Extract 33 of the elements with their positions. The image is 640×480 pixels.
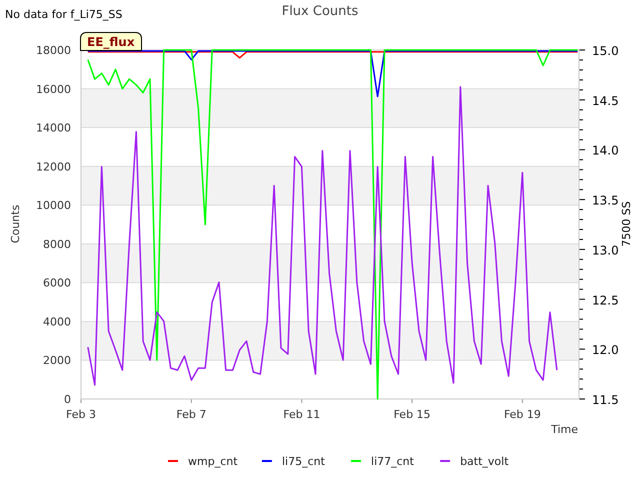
x-tick-label: Feb 19 <box>504 408 541 421</box>
x-axis-label: Time <box>551 423 578 436</box>
legend-label: li75_cnt <box>282 455 325 468</box>
y2-tick-label: 15.0 <box>592 44 619 58</box>
y2-tick-label: 12.0 <box>592 343 619 358</box>
x-tick-label: Feb 11 <box>283 408 320 421</box>
x-tick-label: Feb 15 <box>394 408 431 421</box>
y2-tick-label: 13.5 <box>592 194 619 208</box>
y-tick-label: 14000 <box>36 122 71 135</box>
y2-axis-label: 7500 SS <box>620 201 633 247</box>
y-tick-label: 2000 <box>43 354 71 368</box>
y-tick-label: 16000 <box>36 82 71 96</box>
y-tick-label: 8000 <box>43 238 71 251</box>
y2-tick-label: 12.5 <box>592 293 619 308</box>
x-tick-label: Feb 3 <box>66 408 96 421</box>
y2-tick-label: 11.5 <box>592 393 619 407</box>
y-tick-label: 6000 <box>43 276 71 290</box>
chart-title: Flux Counts <box>282 4 358 19</box>
x-tick-label: Feb 7 <box>176 408 206 421</box>
y2-tick-label: 14.0 <box>592 144 619 158</box>
flux-badge: EE_flux <box>80 32 142 51</box>
no-data-message: No data for f_Li75_SS <box>5 7 122 23</box>
y-tick-label: 0 <box>64 393 71 406</box>
legend-label: wmp_cnt <box>188 455 238 468</box>
legend-label: li77_cnt <box>371 455 414 468</box>
y2-tick-label: 13.0 <box>592 243 619 258</box>
y-tick-label: 4000 <box>43 315 71 328</box>
y-tick-label: 12000 <box>36 160 71 174</box>
y-tick-label: 18000 <box>36 44 71 57</box>
y2-tick-label: 14.5 <box>592 94 619 108</box>
y-axis-label: Counts <box>9 204 22 244</box>
legend-label: batt_volt <box>460 455 509 468</box>
y-tick-label: 10000 <box>36 199 71 212</box>
